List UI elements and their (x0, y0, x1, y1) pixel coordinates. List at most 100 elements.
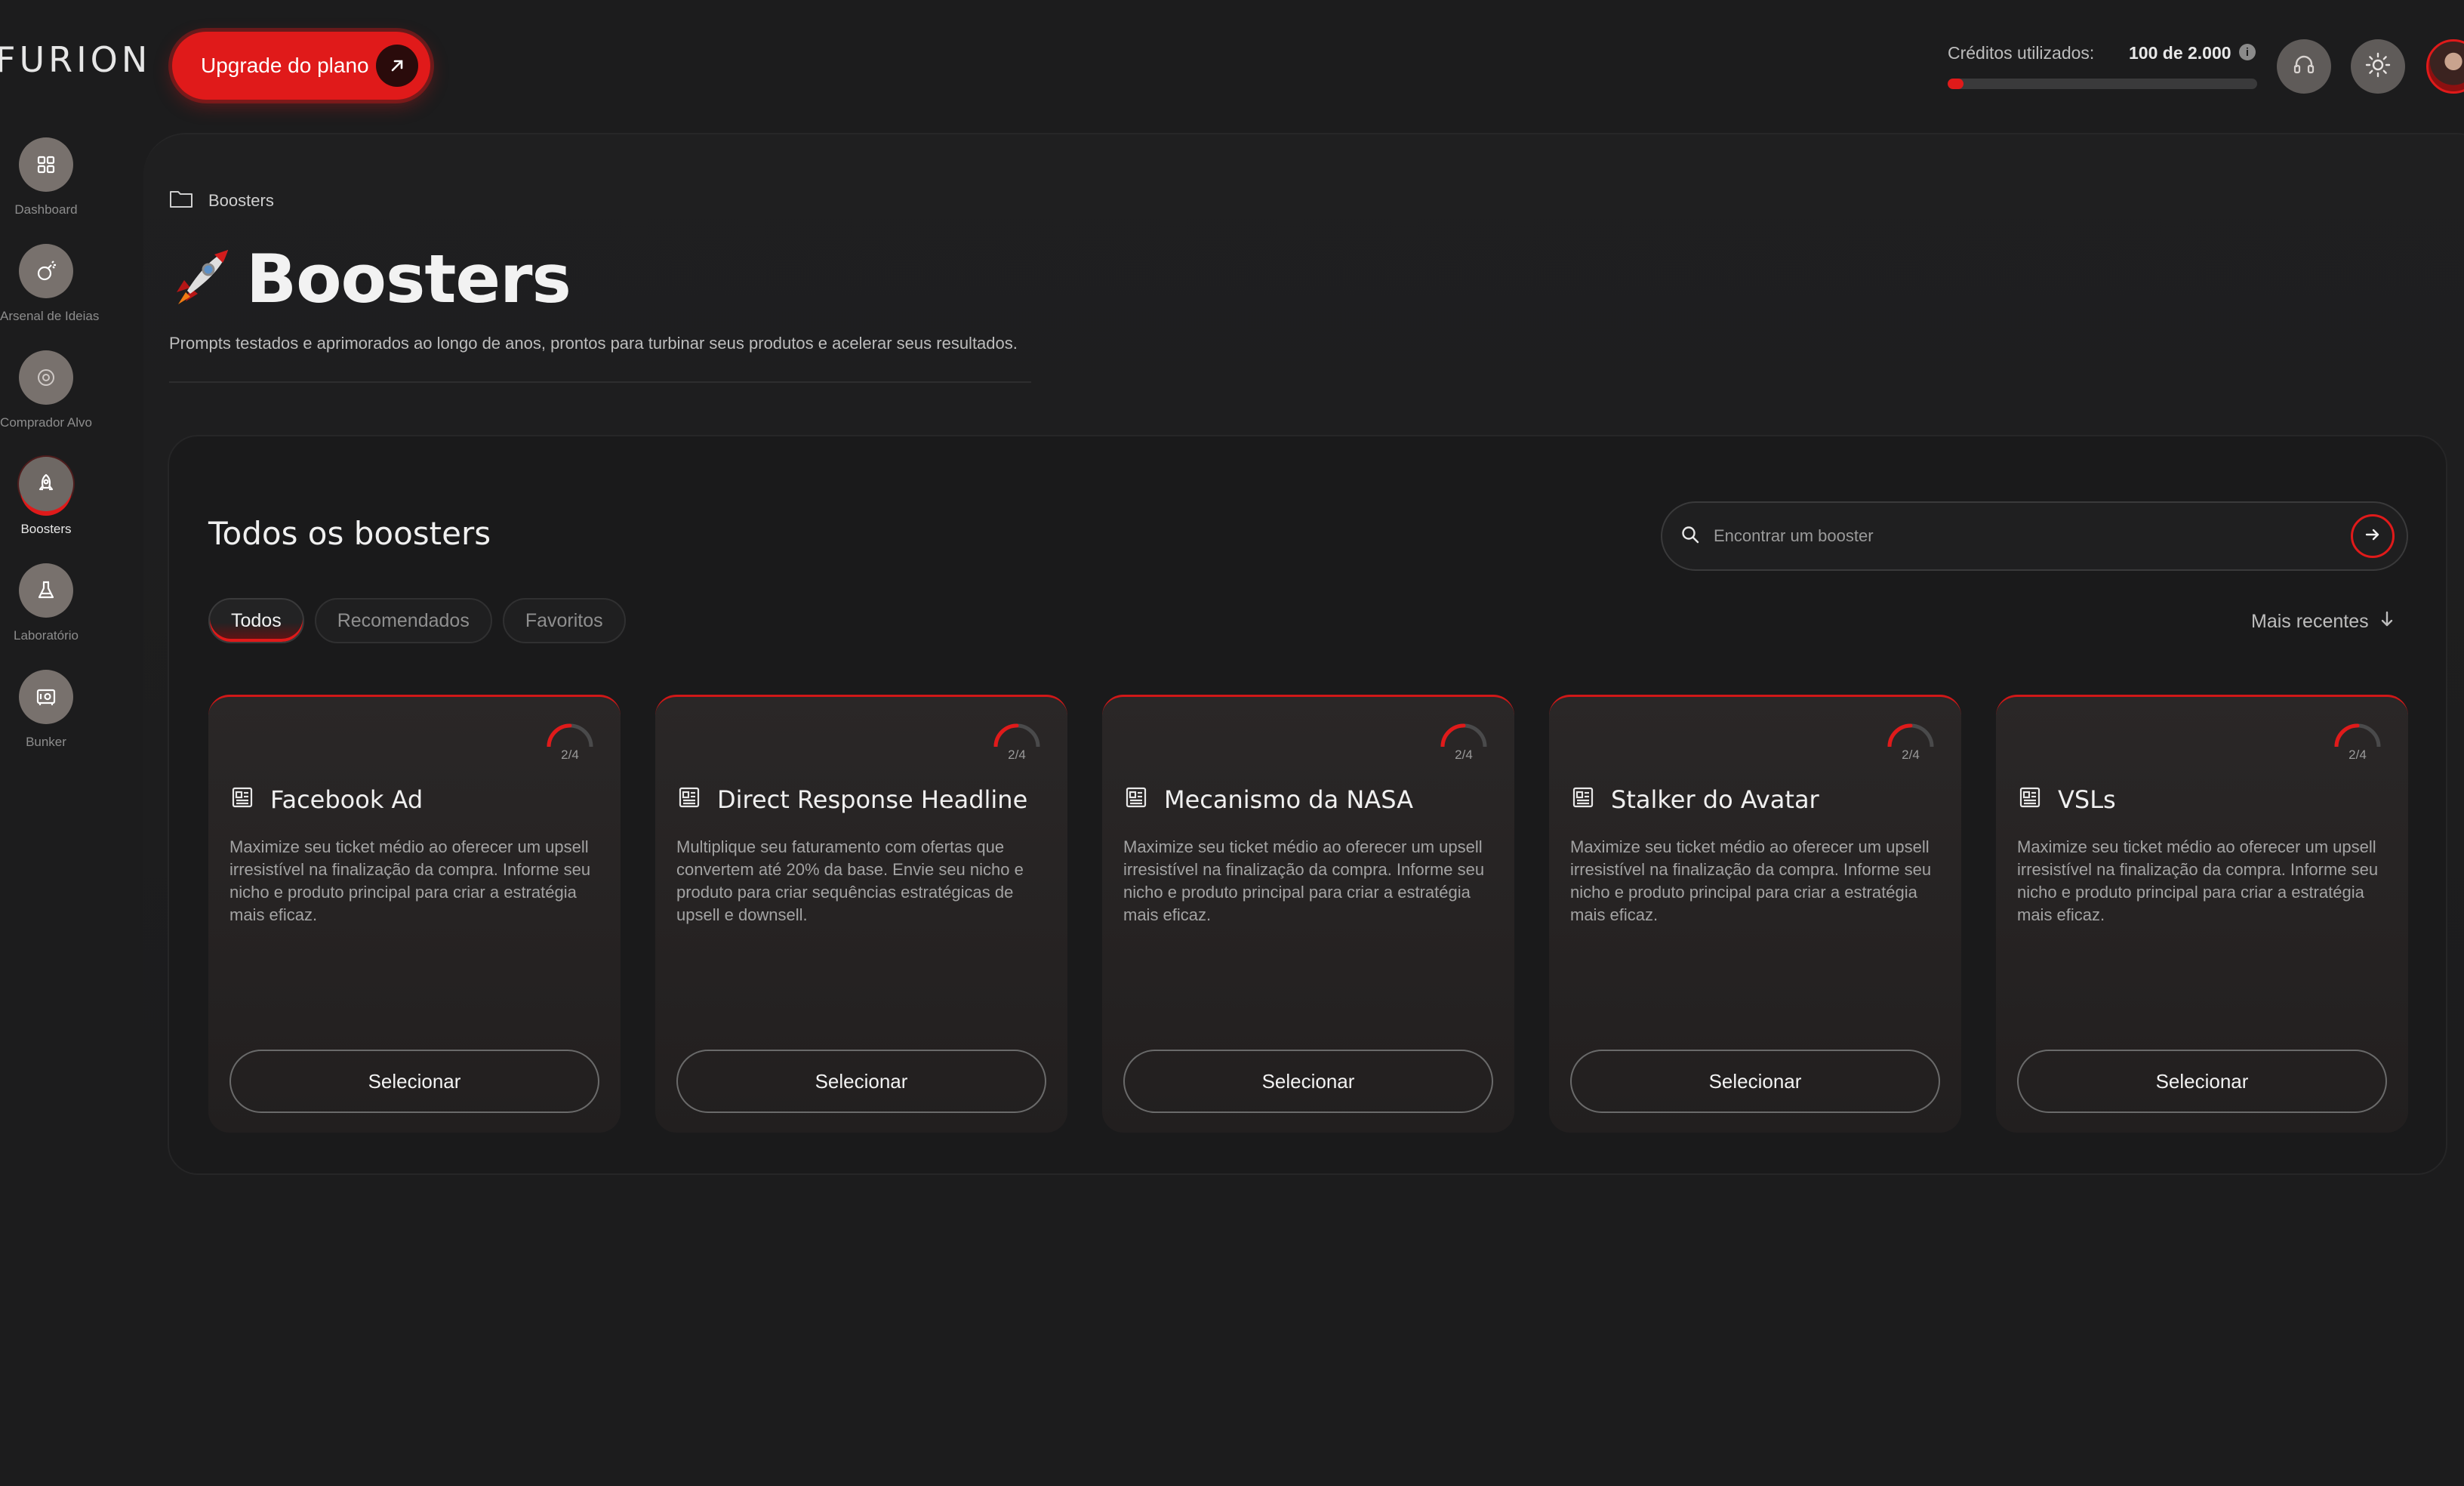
usage-count: 2/4 (1008, 748, 1026, 762)
card-title: Stalker do Avatar (1611, 785, 1819, 814)
sidebar-item-boosters[interactable]: Boosters (0, 457, 92, 537)
search-input[interactable] (1714, 526, 2318, 546)
page-subtitle: Prompts testados e aprimorados ao longo … (169, 334, 1018, 353)
booster-card-facebook-ad[interactable]: 2/4 Facebook Ad Maximize seu ticket médi… (208, 695, 621, 1133)
safe-icon (19, 670, 73, 724)
document-icon (676, 785, 702, 814)
usage-gauge: 2/4 (542, 721, 598, 763)
select-button[interactable]: Selecionar (676, 1050, 1046, 1113)
section-title: Todos os boosters (208, 515, 491, 552)
select-button[interactable]: Selecionar (229, 1050, 599, 1113)
gauge-fill (993, 723, 1019, 749)
rocket-emoji-icon (168, 244, 234, 314)
sidebar-item-label: Laboratório (13, 628, 79, 643)
select-button[interactable]: Selecionar (1123, 1050, 1493, 1113)
card-description: Maximize seu ticket médio ao oferecer um… (2017, 837, 2379, 924)
folder-icon (169, 189, 193, 213)
tab-todos[interactable]: Todos (208, 598, 304, 643)
card-header: Facebook Ad (229, 785, 423, 814)
app-logo: FURION (0, 39, 152, 80)
card-description: Maximize seu ticket médio ao oferecer um… (229, 837, 591, 924)
sidebar-item-dashboard[interactable]: Dashboard (0, 137, 92, 217)
booster-card-vsls[interactable]: 2/4 VSLs Maximize seu ticket médio ao of… (1996, 695, 2408, 1133)
gauge-fill (2334, 723, 2360, 749)
booster-card-mecanismo-da-nasa[interactable]: 2/4 Mecanismo da NASA Maximize seu ticke… (1102, 695, 1514, 1133)
page-title-text: Boosters (246, 240, 571, 318)
header-divider (169, 381, 1031, 383)
gauge-track (547, 723, 593, 748)
usage-count: 2/4 (561, 748, 579, 762)
card-description: Multiplique seu faturamento com ofertas … (676, 837, 1024, 924)
arrow-down-icon (2379, 610, 2395, 634)
info-icon[interactable]: i (2239, 44, 2256, 60)
flask-icon (19, 563, 73, 618)
sidebar-item-label: Dashboard (14, 202, 78, 217)
tab-favoritos[interactable]: Favoritos (502, 598, 626, 643)
gauge-fill (1887, 723, 1913, 749)
card-title: VSLs (2058, 785, 2116, 814)
theme-toggle-button[interactable] (2351, 39, 2405, 94)
document-icon (1570, 785, 1596, 814)
booster-card-direct-response-headline[interactable]: 2/4 Direct Response Headline Multiplique… (655, 695, 1067, 1133)
sun-icon (2364, 51, 2392, 82)
sidebar-item-bunker[interactable]: Bunker (0, 670, 92, 750)
card-title: Facebook Ad (270, 785, 424, 814)
card-header: Mecanismo da NASA (1123, 785, 1413, 814)
gauge-track (1440, 723, 1487, 748)
booster-card-stalker-do-avatar[interactable]: 2/4 Stalker do Avatar Maximize seu ticke… (1549, 695, 1961, 1133)
search-submit-button[interactable] (2351, 514, 2395, 558)
document-icon (2017, 785, 2043, 814)
usage-gauge: 2/4 (1883, 721, 1939, 763)
gauge-track (1887, 723, 1934, 748)
upgrade-plan-button[interactable]: Upgrade do plano (172, 32, 430, 100)
usage-count: 2/4 (1455, 748, 1473, 762)
credits-progress-bar (1948, 79, 2257, 89)
sidebar-item-comprador-alvo[interactable]: Comprador Alvo (0, 350, 92, 430)
credits-label: Créditos utilizados: (1948, 43, 2095, 63)
sidebar-item-label: Boosters (20, 522, 72, 536)
upgrade-plan-label: Upgrade do plano (201, 54, 369, 77)
sidebar-item-label: Arsenal de Ideias (0, 309, 100, 323)
target-icon (19, 350, 73, 405)
card-description: Maximize seu ticket médio ao oferecer um… (1570, 837, 1932, 924)
card-header: VSLs (2017, 785, 2116, 814)
usage-count: 2/4 (2348, 748, 2367, 762)
card-header: Direct Response Headline (676, 785, 1027, 814)
credits-value: 100 de 2.000 (2129, 43, 2231, 63)
document-icon (229, 785, 255, 814)
sort-label: Mais recentes (2251, 611, 2369, 632)
sidebar-item-laboratorio[interactable]: Laboratório (0, 563, 92, 643)
card-header: Stalker do Avatar (1570, 785, 1819, 814)
card-title: Direct Response Headline (717, 785, 1028, 814)
sidebar-item-label: Comprador Alvo (0, 415, 92, 430)
usage-gauge: 2/4 (1436, 721, 1492, 763)
usage-count: 2/4 (1902, 748, 1920, 762)
usage-gauge: 2/4 (2330, 721, 2385, 763)
support-button[interactable] (2277, 39, 2331, 94)
card-title: Mecanismo da NASA (1164, 785, 1413, 814)
gauge-fill (1440, 723, 1466, 749)
page-title: Boosters (168, 240, 571, 318)
arrow-right-icon (2364, 526, 2382, 547)
search-icon (1680, 525, 1700, 548)
arrow-up-right-icon (376, 45, 418, 87)
tab-recomendados[interactable]: Recomendados (314, 598, 492, 643)
filter-tabs: Todos Recomendados Favoritos (208, 598, 626, 643)
user-avatar[interactable] (2426, 39, 2464, 94)
usage-gauge: 2/4 (989, 721, 1045, 763)
card-description: Maximize seu ticket médio ao oferecer um… (1123, 837, 1485, 924)
document-icon (1123, 785, 1149, 814)
search-box (1661, 501, 2408, 571)
gauge-track (2334, 723, 2381, 748)
sidebar-item-arsenal-de-ideias[interactable]: Arsenal de Ideias (0, 244, 100, 324)
credits-progress-fill (1948, 79, 1964, 89)
select-button[interactable]: Selecionar (2017, 1050, 2387, 1113)
headset-icon (2291, 52, 2317, 82)
breadcrumb: Boosters (169, 189, 274, 213)
sort-dropdown[interactable]: Mais recentes (2251, 610, 2395, 634)
rocket-icon (19, 457, 73, 511)
sidebar-item-label: Bunker (26, 735, 66, 749)
breadcrumb-current[interactable]: Boosters (208, 191, 274, 211)
select-button[interactable]: Selecionar (1570, 1050, 1940, 1113)
bomb-icon (19, 244, 73, 298)
